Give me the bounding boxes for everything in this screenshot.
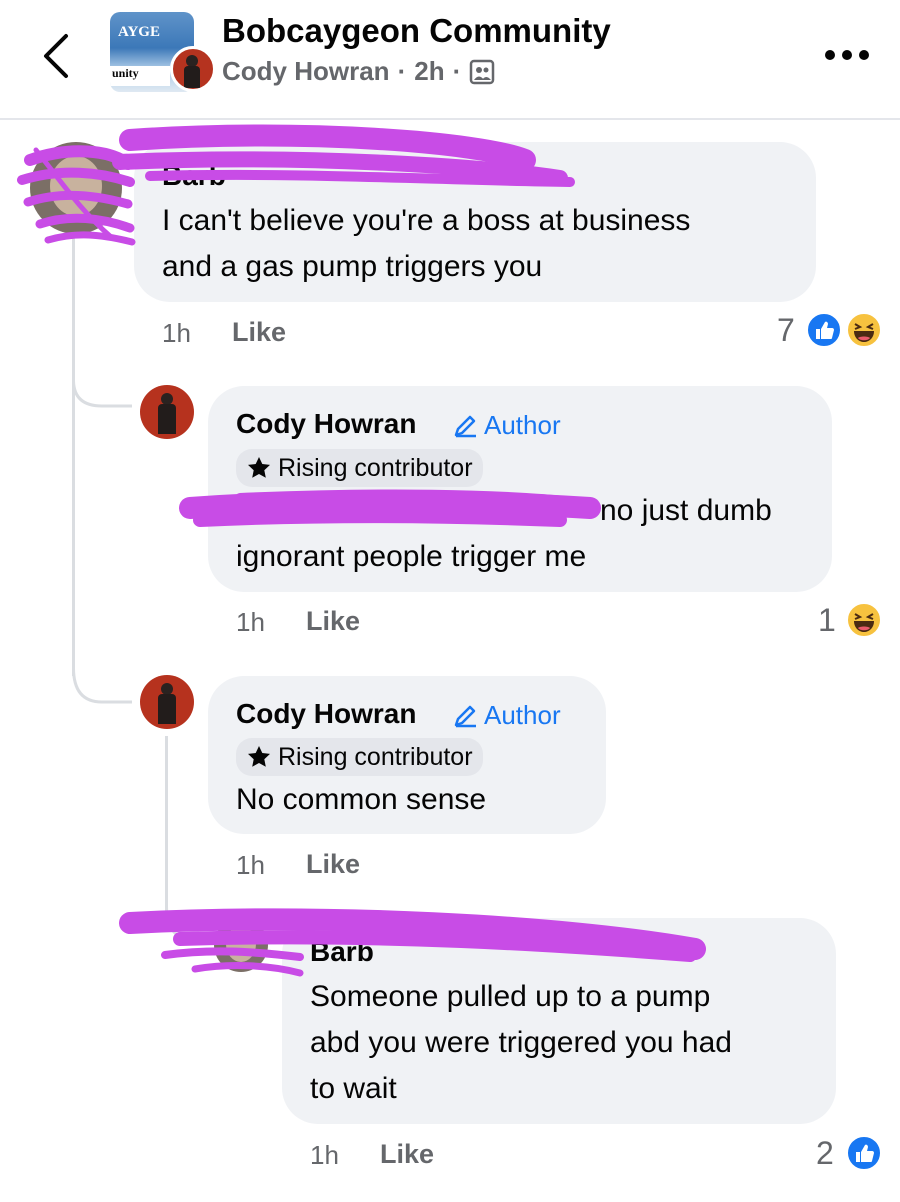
author-text: Author — [484, 410, 561, 440]
comment-time: 1h — [236, 607, 265, 637]
commenter-avatar[interactable] — [140, 385, 194, 439]
author-name[interactable]: Cody Howran — [222, 56, 390, 87]
comment-text-line: and a gas pump triggers you — [162, 250, 543, 283]
comment-text-line: to wait — [310, 1072, 397, 1105]
group-logo-text: AYGE — [118, 24, 160, 40]
commenter-name[interactable]: Cody Howran — [236, 408, 416, 440]
comment-time: 1h — [310, 1140, 339, 1170]
comment-text-line: ignorant people trigger me — [236, 540, 587, 573]
separator: · — [397, 56, 407, 86]
haha-icon — [846, 312, 882, 348]
separator: · — [452, 56, 462, 86]
author-label: Author — [452, 700, 561, 731]
thread-connector — [72, 668, 132, 704]
like-button[interactable]: Like — [306, 606, 360, 637]
author-text: Author — [484, 700, 561, 730]
reaction-count[interactable]: 7 — [777, 312, 795, 349]
commenter-name[interactable]: Barb — [162, 160, 226, 188]
pencil-icon — [454, 415, 476, 437]
badge-text: Rising contributor — [278, 742, 473, 771]
contributor-badge[interactable]: Rising contributor — [236, 738, 483, 776]
like-icon — [806, 312, 842, 348]
comment-text-line: no just dumb — [600, 494, 772, 527]
author-avatar[interactable] — [170, 46, 216, 92]
pencil-icon — [454, 705, 476, 727]
comment-time: 1h — [162, 318, 191, 348]
post-meta: Cody Howran · 2h · — [222, 56, 495, 87]
commenter-name[interactable]: Barb — [310, 936, 374, 964]
comment-text-line: I can't believe you're a boss at busines… — [162, 204, 691, 237]
comment-text: I can't believe you're a boss at busines… — [162, 198, 690, 290]
comment-text-line: Someone pulled up to a pump — [310, 980, 711, 1013]
thread-connector — [72, 380, 132, 408]
star-icon — [248, 746, 270, 767]
like-button[interactable]: Like — [306, 849, 360, 880]
like-button[interactable]: Like — [232, 317, 286, 348]
thread-line — [72, 396, 75, 676]
commenter-avatar[interactable] — [30, 142, 122, 234]
group-privacy-icon — [470, 59, 495, 84]
comment-time: 1h — [236, 850, 265, 880]
contributor-badge[interactable]: Rising contributor — [236, 449, 483, 487]
badge-text: Rising contributor — [278, 453, 473, 482]
author-label: Author — [452, 410, 561, 441]
star-icon — [248, 457, 270, 478]
like-icon — [846, 1135, 882, 1171]
reaction-count[interactable]: 1 — [818, 602, 836, 639]
like-button[interactable]: Like — [380, 1139, 434, 1170]
post-time: 2h — [414, 56, 445, 86]
group-title[interactable]: Bobcaygeon Community — [222, 12, 611, 50]
thread-line — [165, 736, 168, 916]
group-logo-caption: unity — [110, 66, 170, 86]
back-chevron-icon[interactable] — [36, 30, 76, 82]
comment-text-line: No common sense — [236, 783, 487, 816]
commenter-avatar[interactable] — [214, 918, 268, 972]
commenter-name[interactable]: Cody Howran — [236, 698, 416, 730]
comment-text: Someone pulled up to a pump abd you were… — [310, 974, 732, 1112]
reaction-count[interactable]: 2 — [816, 1135, 834, 1172]
commenter-avatar[interactable] — [140, 675, 194, 729]
haha-icon — [846, 602, 882, 638]
more-options-icon[interactable] — [822, 40, 872, 70]
comment-text-line: abd you were triggered you had — [310, 1026, 732, 1059]
thread-line — [72, 236, 75, 396]
